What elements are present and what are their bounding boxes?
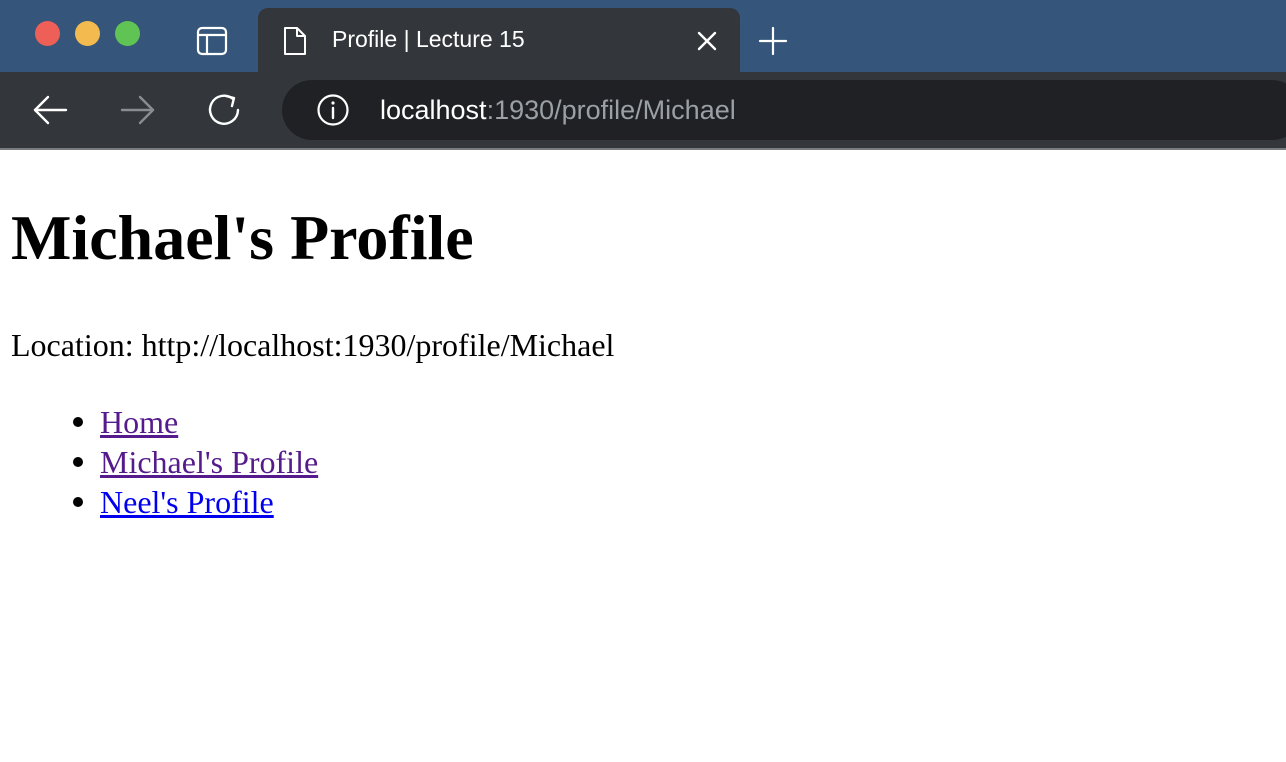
list-item: Home [73, 402, 318, 442]
nav-link-list: Home Michael's Profile Neel's Profile [73, 402, 318, 522]
address-bar[interactable]: localhost:1930/profile/Michael [282, 80, 1286, 140]
bullet-icon [73, 417, 83, 427]
list-item: Michael's Profile [73, 442, 318, 482]
zoom-window-icon[interactable] [115, 21, 140, 46]
page-title: Michael's Profile [11, 202, 474, 273]
url-text[interactable]: localhost:1930/profile/Michael [380, 94, 736, 126]
browser-toolbar: localhost:1930/profile/Michael [0, 72, 1286, 148]
tab-bar: Profile | Lecture 15 [0, 0, 1286, 72]
document-icon [284, 27, 306, 55]
location-text: Location: http://localhost:1930/profile/… [11, 327, 615, 363]
sidebar-icon[interactable] [196, 26, 228, 56]
list-item: Neel's Profile [73, 482, 318, 522]
home-link[interactable]: Home [100, 404, 178, 440]
plus-icon[interactable] [756, 24, 790, 58]
tab-active[interactable]: Profile | Lecture 15 [258, 8, 740, 72]
arrow-right-icon[interactable] [118, 90, 158, 130]
bullet-icon [73, 457, 83, 467]
page-content: Michael's Profile Location: http://local… [0, 150, 1286, 762]
tab-title: Profile | Lecture 15 [332, 26, 525, 52]
michael-profile-link[interactable]: Michael's Profile [100, 444, 318, 480]
url-path: :1930/profile/Michael [486, 95, 736, 125]
arrow-left-icon[interactable] [30, 90, 70, 130]
bullet-icon [73, 497, 83, 507]
info-icon[interactable] [316, 93, 350, 127]
neel-profile-link[interactable]: Neel's Profile [100, 484, 274, 520]
url-host: localhost [380, 95, 487, 125]
reload-icon[interactable] [206, 90, 246, 130]
close-window-icon[interactable] [35, 21, 60, 46]
minimize-window-icon[interactable] [75, 21, 100, 46]
close-icon[interactable] [694, 28, 720, 54]
